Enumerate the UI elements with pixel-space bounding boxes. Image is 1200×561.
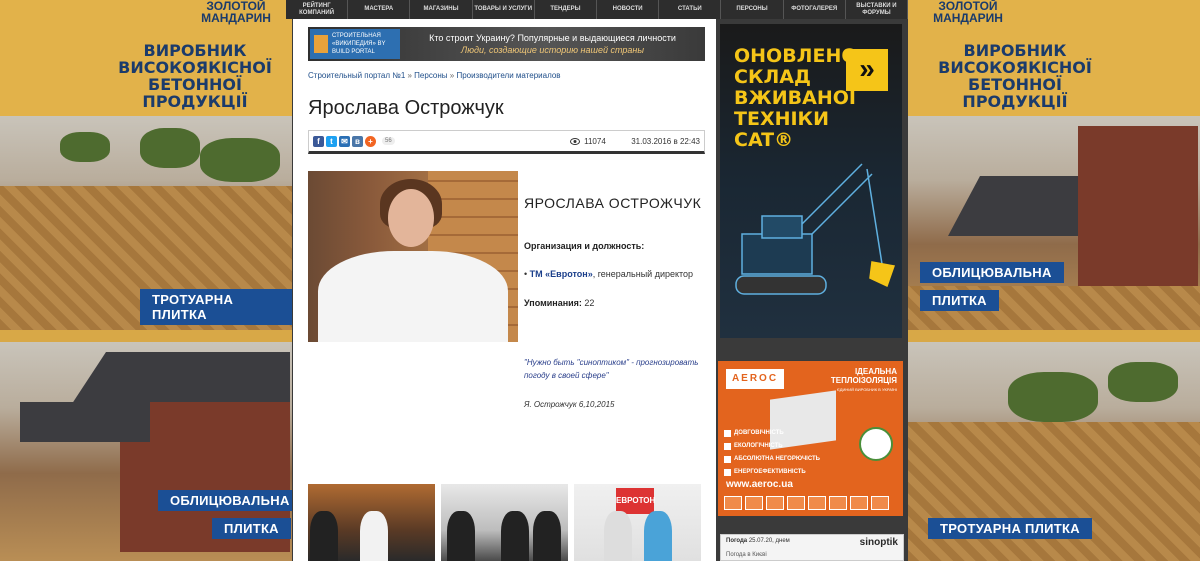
book-icon: [314, 35, 328, 53]
left-background-banner[interactable]: ЗОЛОТОЙ МАНДАРИН ВИРОБНИК ВИСОКОЯКІСНОЇ …: [0, 0, 292, 561]
share-buttons: f t ✉ в + 56: [313, 135, 395, 147]
publish-date: 31.03.2016 в 22:43: [631, 136, 700, 146]
promo-text: Кто строит Украину? Популярные и выдающи…: [400, 33, 705, 55]
aeroc-url: www.aeroc.ua: [726, 479, 793, 490]
mail-icon[interactable]: ✉: [339, 135, 350, 147]
weather-label: Погода: [726, 538, 748, 544]
gallery-thumb[interactable]: [308, 484, 435, 561]
main-content: СТРОИТЕЛЬНАЯ «ВИКИПЕДИЯ» BY BUILD PORTAL…: [293, 19, 716, 561]
person-quote: "Нужно быть "синоптиком" - прогнозироват…: [524, 358, 699, 380]
photo-gallery: ЕВРОТОН: [308, 484, 701, 561]
nav-ratings[interactable]: РЕЙТИНГ КОМПАНИЙ: [286, 0, 349, 19]
feature-icon: [850, 496, 868, 510]
mentions-label: Упоминания:: [524, 298, 582, 308]
banner-headline: ВИРОБНИК ВИСОКОЯКІСНОЇ БЕТОННОЇ ПРОДУКЦІ…: [938, 41, 1092, 111]
cat-ad-title: ОНОВЛЕНО СКЛАД ВЖИВАНОЇ ТЕХНІКИ CAT®: [734, 45, 858, 151]
aeroc-features: ДОВГОВІЧНІСТЬ ЕКОЛОГІЧНІСТЬ АБСОЛЮТНА НЕ…: [724, 427, 820, 479]
feature-icon: [724, 496, 742, 510]
facebook-icon[interactable]: f: [313, 135, 324, 147]
breadcrumb: Строительный портал №1 » Персоны » Произ…: [308, 71, 561, 80]
page-title: Ярослава Острожчук: [308, 97, 504, 119]
banner-divider: [908, 330, 1200, 342]
vk-icon[interactable]: в: [352, 135, 363, 147]
nav-news[interactable]: НОВОСТИ: [597, 0, 660, 19]
aeroc-feature: АБСОЛЮТНА НЕГОРЮЧІСТЬ: [724, 453, 820, 466]
aeroc-ad[interactable]: AEROC ІДЕАЛЬНА ТЕПЛОІЗОЛЯЦІЯ ЄДИНИЙ ВИРО…: [718, 361, 903, 516]
quality-seal-icon: [859, 427, 893, 461]
facing-tile-tag-line1[interactable]: ОБЛИЦЮВАЛЬНА: [920, 262, 1064, 283]
top-navigation: РЕЙТИНГ КОМПАНИЙ МАСТЕРА МАГАЗИНЫ ТОВАРЫ…: [286, 0, 909, 19]
promo-line2: Люди, создающие историю нашей страны: [461, 45, 644, 55]
double-chevron-right-icon: »: [846, 49, 888, 91]
facing-tile-tag-line1[interactable]: ОБЛИЦЮВАЛЬНА: [158, 490, 292, 511]
banner-logo: ЗОЛОТОЙ МАНДАРИН: [933, 0, 1003, 25]
article-info-bar: f t ✉ в + 56 11074 31.03.2016 в 22:43: [308, 130, 705, 154]
paving-tile-tag[interactable]: ТРОТУАРНА ПЛИТКА: [928, 518, 1092, 539]
feature-icon: [829, 496, 847, 510]
aeroc-feature: ДОВГОВІЧНІСТЬ: [724, 427, 820, 440]
feature-icon: [766, 496, 784, 510]
promo-line1: Кто строит Украину? Популярные и выдающи…: [429, 33, 676, 43]
gallery-thumb[interactable]: [441, 484, 568, 561]
facing-tile-tag-line2[interactable]: ПЛИТКА: [212, 518, 291, 539]
plus-share-icon[interactable]: +: [365, 135, 376, 147]
weather-city: Погода в Києві: [726, 552, 767, 558]
aeroc-logo: AEROC: [726, 369, 784, 389]
sinoptik-logo: sinoptik: [859, 537, 898, 548]
aeroc-feature: ЕКОЛОГІЧНІСТЬ: [724, 440, 820, 453]
build-wiki-logo: СТРОИТЕЛЬНАЯ «ВИКИПЕДИЯ» BY BUILD PORTAL: [310, 29, 400, 59]
weather-widget[interactable]: Погода 25.07.20, днем sinoptik Погода в …: [720, 534, 904, 561]
feature-icon: [808, 496, 826, 510]
facing-tile-tag-line2[interactable]: ПЛИТКА: [920, 290, 999, 311]
quote-signature: Я. Острожчук 6,10,2015: [524, 400, 615, 409]
nav-masters[interactable]: МАСТЕРА: [348, 0, 411, 19]
breadcrumb-sep: »: [405, 71, 415, 80]
nav-goods[interactable]: ТОВАРЫ И УСЛУГИ: [473, 0, 535, 19]
paving-tile-tag[interactable]: ТРОТУАРНА ПЛИТКА: [140, 289, 292, 325]
person-photo: [308, 171, 518, 342]
company-link[interactable]: ТМ «Евротон»: [530, 269, 593, 279]
view-counter: 11074: [420, 137, 606, 146]
promo-logo-text: СТРОИТЕЛЬНАЯ «ВИКИПЕДИЯ» BY BUILD PORTAL: [332, 33, 386, 55]
aeroc-headline: ІДЕАЛЬНА ТЕПЛОІЗОЛЯЦІЯ: [830, 367, 897, 385]
feature-icon: [871, 496, 889, 510]
aeroc-feature-icons: [724, 496, 889, 510]
organization-line: • ТМ «Евротон», генеральный директор: [524, 269, 693, 279]
share-count: 56: [382, 137, 395, 145]
aeroc-feature: ЕНЕРГОЕФЕКТИВНІСТЬ: [724, 466, 820, 479]
nav-tenders[interactable]: ТЕНДЕРЫ: [535, 0, 598, 19]
cat-equipment-ad[interactable]: ОНОВЛЕНО СКЛАД ВЖИВАНОЇ ТЕХНІКИ CAT® »: [720, 24, 902, 338]
nav-persons[interactable]: ПЕРСОНЫ: [721, 0, 784, 19]
aeroc-subtitle: ЄДИНИЙ ВИРОБНИК В УКРАЇНІ: [836, 387, 897, 392]
bullet: •: [524, 269, 528, 279]
excavator-image: [735, 163, 895, 295]
feature-icon: [745, 496, 763, 510]
organization-label: Организация и должность:: [524, 241, 645, 251]
breadcrumb-home[interactable]: Строительный портал №1: [308, 71, 405, 80]
nav-articles[interactable]: СТАТЬИ: [659, 0, 722, 19]
promo-banner[interactable]: СТРОИТЕЛЬНАЯ «ВИКИПЕДИЯ» BY BUILD PORTAL…: [308, 27, 705, 61]
person-name-heading: ЯРОСЛАВА ОСТРОЖЧУК: [524, 195, 702, 211]
nav-gallery[interactable]: ФОТОГАЛЕРЕЯ: [784, 0, 846, 19]
mentions: Упоминания: 22: [524, 298, 594, 308]
position-text: , генеральный директор: [592, 269, 694, 279]
gallery-thumb[interactable]: ЕВРОТОН: [574, 484, 701, 561]
view-count: 11074: [584, 136, 606, 146]
mentions-count: 22: [581, 298, 595, 308]
weather-date: 25.07.20, днем: [748, 538, 790, 544]
twitter-icon[interactable]: t: [326, 135, 337, 147]
breadcrumb-category[interactable]: Производители материалов: [456, 71, 560, 80]
nav-shops[interactable]: МАГАЗИНЫ: [410, 0, 473, 19]
eye-icon: [570, 137, 581, 145]
right-background-banner[interactable]: ЗОЛОТОЙ МАНДАРИН ВИРОБНИК ВИСОКОЯКІСНОЇ …: [908, 0, 1200, 561]
banner-headline: ВИРОБНИК ВИСОКОЯКІСНОЇ БЕТОННОЇ ПРОДУКЦІ…: [118, 41, 272, 111]
feature-icon: [787, 496, 805, 510]
banner-logo: ЗОЛОТОЙ МАНДАРИН: [201, 0, 271, 25]
breadcrumb-persons[interactable]: Персоны: [414, 71, 447, 80]
nav-exhibitions[interactable]: ВЫСТАВКИ И ФОРУМЫ: [846, 0, 909, 19]
banner-divider: [0, 330, 292, 342]
